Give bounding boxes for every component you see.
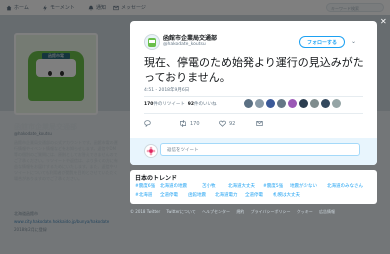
trend-item[interactable]: 北海道の地震 xyxy=(160,183,187,189)
avatar[interactable] xyxy=(244,99,253,108)
trend-item[interactable]: 函館地震 xyxy=(188,192,206,198)
trend-item[interactable]: 全道停電 xyxy=(160,192,178,198)
footer-link[interactable]: 規約 xyxy=(236,209,244,214)
trend-item[interactable]: 北海道大丈夫 xyxy=(228,183,255,189)
trend-item[interactable]: 札幌は大丈夫 xyxy=(273,192,300,198)
footer-links: © 2018 Twitter Twitterについて ヘルプセンター 規約 プラ… xyxy=(130,209,377,215)
trend-item[interactable]: 苫小牧 xyxy=(202,183,216,189)
footer-copyright: © 2018 Twitter xyxy=(130,209,161,214)
avatar[interactable] xyxy=(266,99,275,108)
tweet-text: 現在、停電のため始発より運行の見込みがたっておりません。 xyxy=(144,56,364,84)
author-handle[interactable]: @hakodate_koutsu xyxy=(163,42,206,47)
divider xyxy=(144,96,363,97)
reply-icon xyxy=(144,120,151,127)
author-avatar[interactable] xyxy=(144,34,160,50)
divider xyxy=(144,113,363,114)
avatar[interactable] xyxy=(299,99,308,108)
trend-item[interactable]: 地震が少ない xyxy=(290,183,317,189)
envelope-icon xyxy=(256,121,263,126)
avatar[interactable] xyxy=(255,99,264,108)
tweet-modal: 函館市企業局交通部 @hakodate_koutsu フォローする ⌄ 現在、停… xyxy=(130,21,377,165)
chevron-down-icon[interactable]: ⌄ xyxy=(351,38,356,45)
train-mascot-icon xyxy=(148,38,156,47)
avatar[interactable] xyxy=(288,99,297,108)
trend-item[interactable]: #北海道 xyxy=(135,192,152,198)
tweet-stats: 170件のリツイート 92件のいいね xyxy=(144,101,217,107)
tweet-timestamp[interactable]: 4:51 - 2018年9月6日 xyxy=(144,87,189,93)
retweet-button[interactable]: 170 xyxy=(179,120,200,127)
avatar[interactable] xyxy=(310,99,319,108)
like-action-count: 92 xyxy=(229,120,236,127)
retweet-icon xyxy=(180,120,186,127)
flower-icon xyxy=(146,146,156,156)
trends-title: 日本のトレンド xyxy=(135,175,178,182)
trend-item[interactable]: 北海道のみなさん xyxy=(327,183,363,189)
avatar[interactable] xyxy=(321,99,330,108)
footer-link[interactable]: プライバシーポリシー xyxy=(251,209,291,214)
reply-button[interactable] xyxy=(144,120,154,127)
close-icon[interactable]: ✕ xyxy=(380,17,387,26)
footer-link[interactable]: 広告情報 xyxy=(319,209,335,214)
footer-link[interactable]: Twitterについて xyxy=(166,209,195,214)
reply-input[interactable]: 返信をツイート xyxy=(160,143,360,156)
follow-button[interactable]: フォローする xyxy=(299,36,345,48)
reply-composer: 返信をツイート xyxy=(130,138,377,165)
avatar[interactable] xyxy=(277,99,286,108)
heart-icon xyxy=(219,120,226,127)
like-count-label: 件のいいね xyxy=(194,102,217,107)
trend-item[interactable]: 北海道電力 xyxy=(215,192,238,198)
retweet-action-count: 170 xyxy=(190,120,200,127)
footer-link[interactable]: ヘルプセンター xyxy=(202,209,230,214)
trends-panel: 日本のトレンド #震度6強 北海道の地震 苫小牧 北海道大丈夫 #震度5強 地震… xyxy=(130,170,377,204)
trend-item[interactable]: #震度6強 xyxy=(135,183,155,189)
author-name[interactable]: 函館市企業局交通部 xyxy=(163,33,217,42)
like-button[interactable]: 92 xyxy=(219,120,235,127)
avatar[interactable] xyxy=(332,99,341,108)
user-avatar xyxy=(144,144,158,158)
retweet-count[interactable]: 170 xyxy=(144,102,153,107)
retweet-count-label: 件のリツイート xyxy=(153,102,185,107)
trend-item[interactable]: #震度5強 xyxy=(263,183,283,189)
trend-item[interactable]: 全道停電 xyxy=(245,192,263,198)
dm-button[interactable] xyxy=(256,120,263,127)
footer-link[interactable]: クッキー xyxy=(297,209,313,214)
